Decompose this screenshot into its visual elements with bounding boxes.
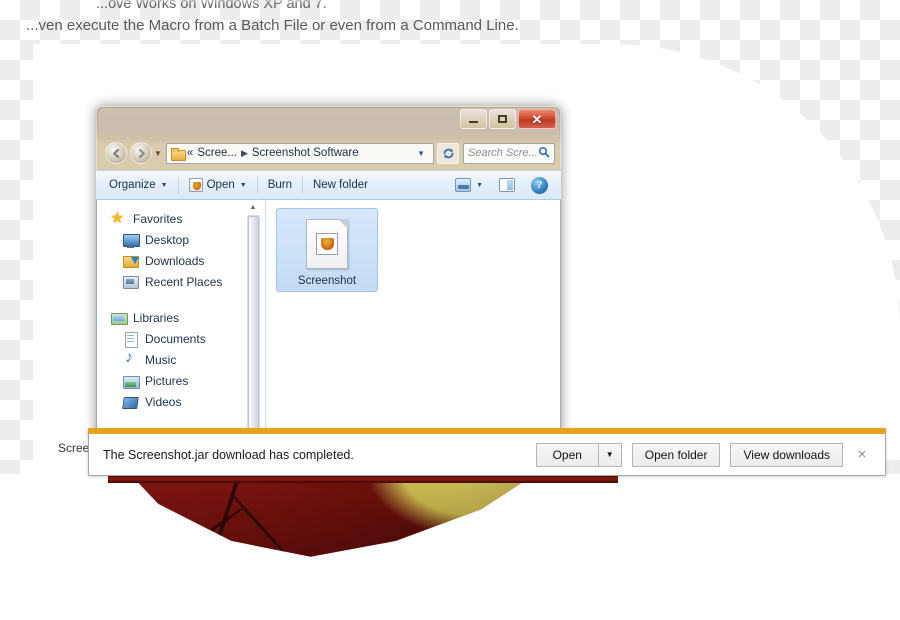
sidebar-item-music[interactable]: Music <box>97 349 265 370</box>
view-downloads-button[interactable]: View downloads <box>730 442 843 467</box>
downloads-icon <box>123 253 139 269</box>
change-view-button[interactable]: ▼ <box>448 174 490 196</box>
help-button[interactable]: ? <box>524 174 555 196</box>
navigation-row: ▼ « Scree... ▶ Screenshot Software ▼ Sea… <box>96 136 561 170</box>
open-button[interactable]: Open <box>535 442 598 467</box>
notification-message: The Screenshot.jar download has complete… <box>103 447 354 462</box>
back-arrow-icon[interactable] <box>105 142 127 164</box>
toolbar-right-group: ▼ ? <box>448 174 555 196</box>
organize-label: Organize <box>109 179 156 191</box>
java-jar-icon <box>306 219 348 269</box>
open-folder-button[interactable]: Open folder <box>631 442 721 467</box>
sidebar-label-desktop: Desktop <box>145 232 190 247</box>
explorer-toolbar: Organize ▼ Open ▼ Burn New folder ▼ ? <box>96 170 561 200</box>
java-cup-glyph <box>316 233 338 255</box>
scroll-up-icon[interactable]: ▲ <box>246 200 260 214</box>
documents-icon <box>123 331 139 348</box>
sidebar-item-favorites[interactable]: Favorites <box>97 208 265 229</box>
address-bar[interactable]: « Scree... ▶ Screenshot Software ▼ <box>165 142 434 164</box>
background-breadcrumb-text: Scree <box>58 441 90 455</box>
folder-icon <box>170 147 186 161</box>
preview-pane-button[interactable] <box>492 174 522 196</box>
chevron-down-icon[interactable]: ▼ <box>412 149 430 158</box>
file-item-screenshot[interactable]: Screenshot <box>276 208 378 292</box>
chevron-down-icon[interactable]: ▼ <box>597 442 622 467</box>
search-placeholder: Search Scre... <box>468 147 538 159</box>
open-label: Open <box>206 179 235 191</box>
search-icon <box>538 146 550 161</box>
sidebar-label-documents: Documents <box>145 331 206 346</box>
chevron-down-icon: ▼ <box>160 181 168 189</box>
close-icon[interactable]: × <box>849 442 875 468</box>
change-view-icon <box>455 178 472 192</box>
sidebar-label-music: Music <box>145 352 177 367</box>
history-dropdown-icon[interactable]: ▼ <box>154 149 162 158</box>
help-icon: ? <box>531 176 548 194</box>
sidebar-item-recent-places[interactable]: Recent Places <box>97 271 265 292</box>
pictures-icon <box>123 373 140 389</box>
scrollbar-track[interactable] <box>246 215 260 434</box>
scrollbar-thumb[interactable] <box>247 216 259 433</box>
videos-icon <box>123 394 139 410</box>
sidebar-item-libraries[interactable]: Libraries <box>97 307 265 328</box>
minimize-icon[interactable] <box>460 109 487 129</box>
breadcrumb-overflow[interactable]: « <box>187 147 193 159</box>
toolbar-divider <box>256 177 258 193</box>
search-input[interactable]: Search Scre... <box>463 142 555 164</box>
navigation-pane: Favorites Desktop Downloads Recent Place… <box>97 200 265 436</box>
explorer-body: Favorites Desktop Downloads Recent Place… <box>96 200 561 436</box>
sidebar-item-downloads[interactable]: Downloads <box>97 250 265 271</box>
desktop-icon <box>123 232 140 248</box>
chevron-down-icon: ▼ <box>239 181 247 189</box>
article-line-2: ...ven execute the Macro from a Batch Fi… <box>26 17 519 34</box>
sidebar-item-documents[interactable]: Documents <box>97 328 265 349</box>
open-button[interactable]: Open ▼ <box>182 174 254 196</box>
sidebar-label-pictures: Pictures <box>145 373 189 388</box>
music-icon <box>123 349 139 368</box>
toolbar-divider <box>301 177 303 193</box>
sidebar-label-recent-places: Recent Places <box>145 274 223 289</box>
article-text: ...ove Works on Windows XP and 7. ...ven… <box>0 0 620 48</box>
chevron-down-icon: ▼ <box>476 181 483 189</box>
forward-arrow-icon[interactable] <box>130 142 152 164</box>
sidebar-label-downloads: Downloads <box>145 253 205 268</box>
maximize-icon[interactable] <box>489 109 516 129</box>
windows-explorer-window: ✕ ▼ « Scree... ▶ Screenshot Software ▼ S… <box>96 106 561 436</box>
burn-button[interactable]: Burn <box>261 174 299 196</box>
sidebar-item-desktop[interactable]: Desktop <box>97 229 265 250</box>
open-split-button: Open ▼ <box>535 442 622 467</box>
sidebar-label-libraries: Libraries <box>133 310 180 325</box>
file-label: Screenshot <box>297 275 357 287</box>
sidebar-item-pictures[interactable]: Pictures <box>97 370 265 391</box>
sidebar-label-favorites: Favorites <box>133 211 183 226</box>
file-list-pane[interactable]: Screenshot <box>266 200 560 436</box>
organize-button[interactable]: Organize ▼ <box>102 174 175 196</box>
sidebar-scrollbar[interactable]: ▲ <box>245 200 261 436</box>
star-icon <box>110 208 127 228</box>
preview-pane-icon <box>499 178 515 192</box>
close-glyph: ✕ <box>531 111 543 127</box>
white-panel-right <box>613 44 900 444</box>
breadcrumb-truncated[interactable]: Scree... <box>197 147 237 159</box>
sidebar-label-videos: Videos <box>145 394 182 409</box>
recent-places-icon <box>123 274 139 290</box>
download-notification-bar: The Screenshot.jar download has complete… <box>88 428 886 476</box>
breadcrumb-current[interactable]: Screenshot Software <box>252 147 359 159</box>
libraries-icon <box>111 310 128 326</box>
sidebar-item-videos[interactable]: Videos <box>97 391 265 412</box>
toolbar-divider <box>177 177 179 193</box>
nav-group-libraries: Libraries Documents Music Pictures Video… <box>97 307 265 412</box>
refresh-icon[interactable] <box>437 142 459 164</box>
breadcrumb-separator-icon: ▶ <box>240 147 248 158</box>
new-folder-button[interactable]: New folder <box>306 174 375 196</box>
leaf-strip-under-notification <box>108 476 618 483</box>
article-line-1: ...ove Works on Windows XP and 7. <box>96 0 327 12</box>
java-file-icon <box>188 178 203 192</box>
nav-group-favorites: Favorites Desktop Downloads Recent Place… <box>97 208 265 292</box>
close-icon[interactable]: ✕ <box>518 109 556 129</box>
window-controls: ✕ <box>460 109 556 129</box>
